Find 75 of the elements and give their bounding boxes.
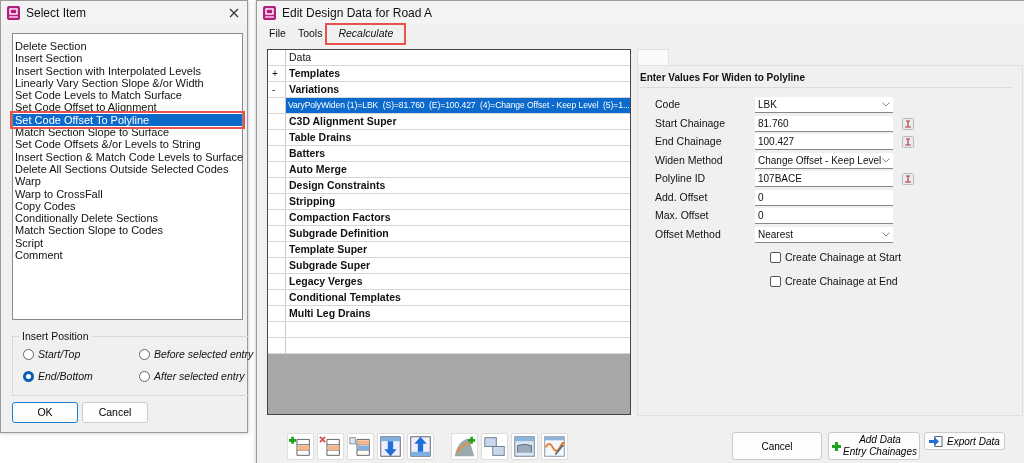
field-label: End Chainage: [654, 134, 723, 150]
list-item[interactable]: Script: [13, 236, 242, 250]
list-item[interactable]: Insert Section: [13, 52, 242, 65]
list-item[interactable]: Match Section Slope to Codes: [13, 224, 242, 237]
menu-item[interactable]: File: [263, 26, 292, 42]
copy-row-button[interactable]: [347, 433, 374, 460]
menu-item[interactable]: Recalculate: [328, 26, 404, 42]
dropdown[interactable]: Nearest: [755, 226, 893, 243]
input-field[interactable]: 107BACE: [755, 171, 893, 188]
chevron-icon: [882, 157, 890, 163]
table-row[interactable]: Templates: [286, 66, 630, 81]
field-label: Max. Offset: [654, 208, 710, 224]
pick-icon[interactable]: [902, 117, 914, 130]
list-item[interactable]: Conditionally Delete Sections: [13, 212, 242, 225]
dropdown[interactable]: LBK: [755, 97, 893, 114]
field-label: Code: [654, 97, 682, 113]
radio-option[interactable]: After selected entry: [139, 368, 251, 385]
cancel-button[interactable]: Cancel: [732, 432, 822, 460]
list-item[interactable]: Delete Section: [13, 40, 242, 53]
add-data-button[interactable]: Add Data Entry Chainages: [828, 432, 920, 460]
table-row[interactable]: VaryPolyWiden (1)=LBK (S)=81.760 (E)=100.427 (4)=Change Offset - Keep Level (5)=1...: [286, 98, 630, 113]
template-button[interactable]: [511, 433, 538, 460]
input-field[interactable]: 81.760: [755, 115, 893, 132]
move-down-button[interactable]: [377, 433, 404, 460]
expander[interactable]: -: [268, 82, 286, 97]
list-item[interactable]: Warp to CrossFall: [13, 187, 242, 200]
app-icon: [7, 6, 20, 20]
cancel-button[interactable]: Cancel: [82, 402, 148, 423]
arrow-in-icon: [929, 435, 943, 447]
window-title: Edit Design Data for Road A: [282, 5, 433, 22]
app-icon: [263, 6, 276, 20]
ok-button[interactable]: OK: [12, 402, 78, 423]
radio-option[interactable]: Start/Top: [23, 347, 139, 363]
panel-title: Enter Values For Widen to Polyline: [640, 70, 1012, 88]
chevron-icon: [882, 231, 890, 237]
input-field[interactable]: 0: [755, 208, 893, 225]
list-item[interactable]: Insert Section with Interpolated Levels: [13, 64, 242, 77]
table-row[interactable]: Variations: [286, 82, 630, 97]
menu-item[interactable]: Tools: [291, 26, 329, 42]
list-item[interactable]: Set Code Offset To Polyline: [13, 113, 242, 127]
pick-icon[interactable]: [902, 136, 914, 149]
close-icon[interactable]: [229, 8, 239, 18]
column-header: Data: [288, 50, 313, 65]
dropdown[interactable]: Change Offset - Keep Level: [755, 152, 893, 169]
field-label: Polyline ID: [654, 171, 707, 187]
chevron-icon: [882, 102, 890, 108]
window-title: Select Item: [26, 5, 87, 22]
list-item[interactable]: Linearly Vary Section Slope &/or Width: [13, 76, 242, 90]
list-item[interactable]: Warp: [13, 175, 242, 188]
checkbox[interactable]: Create Chainage at End: [770, 273, 1012, 290]
list-item[interactable]: Comment: [13, 249, 242, 262]
checkbox[interactable]: Create Chainage at Start: [770, 250, 1012, 266]
list-item[interactable]: Delete All Sections Outside Selected Codes: [13, 162, 242, 176]
list-item[interactable]: Set Code Offsets &/or Levels to String: [13, 138, 242, 151]
move-up-button[interactable]: [407, 433, 434, 460]
list-item[interactable]: Copy Codes: [13, 199, 242, 213]
list-item[interactable]: Insert Section & Match Code Levels to Surface: [13, 150, 242, 163]
chart-button[interactable]: [541, 433, 568, 460]
pick-icon[interactable]: [902, 173, 914, 186]
add-row-button[interactable]: [287, 433, 314, 460]
input-field[interactable]: 0: [755, 189, 893, 206]
field-label: Start Chainage: [654, 115, 727, 131]
plus-icon: [832, 441, 841, 451]
delete-row-button[interactable]: [317, 433, 344, 460]
field-label: Add. Offset: [654, 189, 709, 205]
list-item[interactable]: Set Code Offset to Alignment: [13, 101, 242, 114]
road-plus-button[interactable]: [451, 433, 478, 460]
radio-option[interactable]: End/Bottom: [23, 368, 139, 385]
field-label: Offset Method: [654, 226, 722, 242]
expander[interactable]: +: [268, 66, 286, 81]
field-label: Widen Method: [654, 152, 724, 168]
windows-button[interactable]: [481, 433, 508, 460]
input-field[interactable]: 100.427: [755, 134, 893, 151]
export-button[interactable]: Export Data: [924, 432, 1005, 450]
list-item[interactable]: Set Code Levels to Match Surface: [13, 89, 242, 102]
